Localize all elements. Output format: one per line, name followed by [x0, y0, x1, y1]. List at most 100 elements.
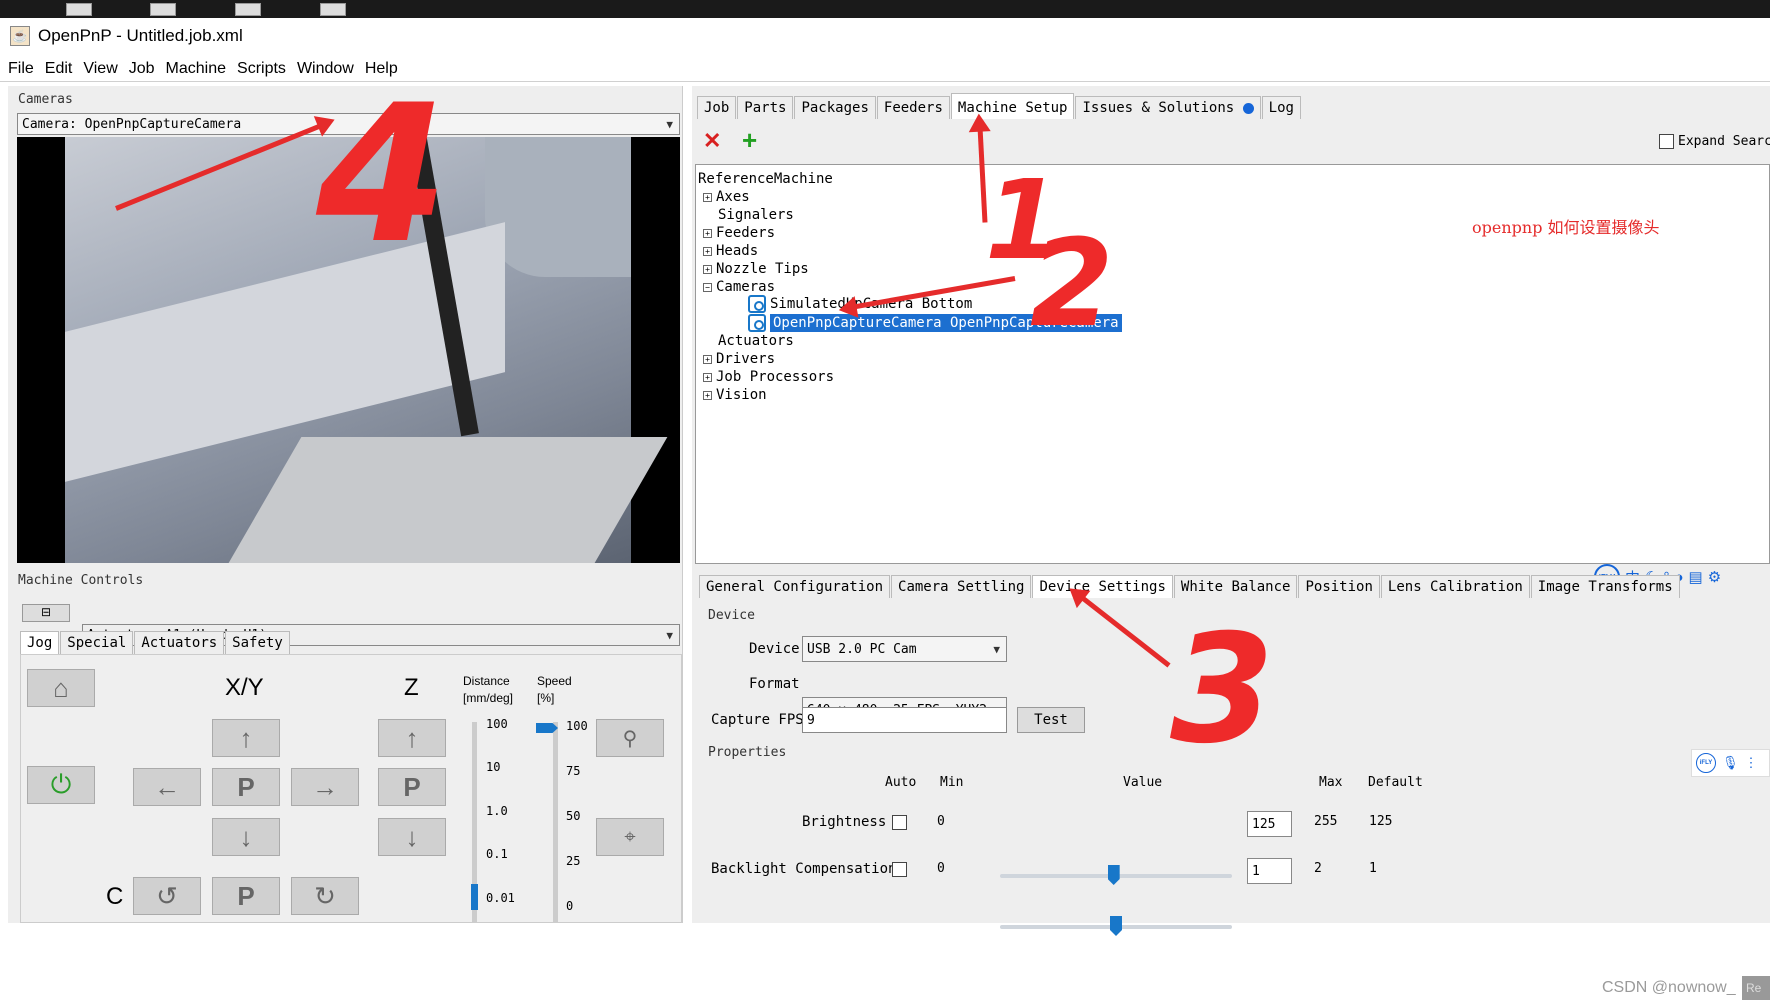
slider-thumb[interactable]: [1107, 865, 1120, 885]
taskbar-icon[interactable]: [66, 3, 92, 16]
tree-item-vision[interactable]: + Vision: [703, 387, 767, 403]
tab-device-settings[interactable]: Device Settings: [1032, 575, 1173, 598]
tree-item-cameras[interactable]: − Cameras: [703, 279, 775, 295]
test-button[interactable]: Test: [1017, 707, 1085, 733]
tab-log[interactable]: Log: [1261, 96, 1301, 119]
tree-item-feeders[interactable]: + Feeders: [703, 225, 775, 241]
tab-position[interactable]: Position: [1298, 575, 1380, 598]
tree-item-label: Feeders: [716, 225, 776, 241]
tree-item-signalers[interactable]: Signalers: [718, 207, 794, 223]
nozzle-tool-button[interactable]: ⚲: [596, 719, 664, 757]
menu-machine[interactable]: Machine: [166, 60, 226, 78]
annotation-number: 4: [316, 64, 449, 285]
slider-thumb[interactable]: [1110, 916, 1122, 936]
expand-icon[interactable]: +: [703, 354, 712, 364]
expand-icon[interactable]: +: [703, 390, 712, 400]
tree-item-axes[interactable]: + Axes: [703, 189, 750, 205]
home-icon: ⌂: [53, 672, 69, 703]
expand-icon[interactable]: +: [703, 192, 712, 202]
jog-z-plus-button[interactable]: ↑: [378, 719, 446, 757]
speed-unit: [%]: [537, 691, 555, 705]
menu-file[interactable]: File: [8, 60, 34, 78]
expand-icon[interactable]: +: [703, 264, 712, 274]
arrow-down-icon: ↓: [405, 821, 419, 852]
backlight-auto-checkbox[interactable]: [892, 862, 907, 877]
tree-item-job-processors[interactable]: + Job Processors: [703, 369, 834, 385]
tab-special[interactable]: Special: [60, 631, 134, 654]
jog-x-minus-button[interactable]: ←: [133, 768, 201, 806]
park-xy-button[interactable]: P: [212, 768, 280, 806]
capture-camera-button[interactable]: ⌖: [596, 818, 664, 856]
java-app-icon: ☕: [10, 26, 30, 46]
speed-slider[interactable]: [553, 722, 558, 922]
tab-safety[interactable]: Safety: [225, 631, 290, 654]
tab-jog[interactable]: Jog: [20, 631, 60, 654]
rotate-cw-button[interactable]: ↻: [291, 877, 359, 915]
tab-issues-label: Issues & Solutions: [1082, 100, 1235, 116]
backlight-slider[interactable]: [1000, 916, 1232, 936]
brightness-value-input[interactable]: 125: [1247, 811, 1292, 837]
col-min: Min: [940, 775, 964, 790]
menu-scripts[interactable]: Scripts: [237, 60, 286, 78]
taskbar-icon[interactable]: [320, 3, 346, 16]
tree-item-nozzle-tips[interactable]: + Nozzle Tips: [703, 261, 809, 277]
tab-actuators[interactable]: Actuators: [134, 631, 225, 654]
brightness-auto-checkbox[interactable]: [892, 815, 907, 830]
collapse-icon[interactable]: −: [703, 282, 712, 292]
tab-feeders[interactable]: Feeders: [876, 96, 950, 119]
taskbar-icon[interactable]: [235, 3, 261, 16]
annotation-caption: openpnp 如何设置摄像头: [1472, 218, 1660, 237]
backlight-max: 2: [1314, 861, 1322, 876]
device-select[interactable]: USB 2.0 PC Cam ▼: [802, 636, 1007, 662]
park-z-button[interactable]: P: [378, 768, 446, 806]
plus-icon[interactable]: +: [742, 125, 757, 156]
taskbar-icon[interactable]: [150, 3, 176, 16]
jog-y-minus-button[interactable]: ↓: [212, 818, 280, 856]
park-c-button[interactable]: P: [212, 877, 280, 915]
brightness-slider[interactable]: [1000, 865, 1232, 885]
distance-slider-thumb[interactable]: [471, 884, 478, 910]
jog-y-plus-button[interactable]: ↑: [212, 719, 280, 757]
menu-view[interactable]: View: [83, 60, 117, 78]
tab-white-balance[interactable]: White Balance: [1173, 575, 1298, 598]
microphone-icon[interactable]: 🎙: [1722, 755, 1739, 771]
tab-job[interactable]: Job: [697, 96, 737, 119]
tab-packages[interactable]: Packages: [794, 96, 876, 119]
arrow-down-icon: ↓: [239, 821, 253, 852]
x-icon[interactable]: ✕: [703, 128, 721, 154]
more-icon[interactable]: ⋮: [1745, 755, 1758, 771]
tree-item-label: Job Processors: [716, 369, 835, 385]
gear-icon[interactable]: ⚙: [1708, 568, 1721, 586]
tab-issues-solutions[interactable]: Issues & Solutions: [1075, 96, 1261, 119]
tree-item-actuators[interactable]: Actuators: [718, 333, 794, 349]
expand-icon[interactable]: +: [703, 246, 712, 256]
jog-z-minus-button[interactable]: ↓: [378, 818, 446, 856]
rotate-ccw-button[interactable]: ↺: [133, 877, 201, 915]
expand-search-checkbox[interactable]: [1659, 134, 1674, 149]
collapse-button[interactable]: ⊟: [22, 604, 70, 622]
expand-icon[interactable]: +: [703, 228, 712, 238]
backlight-value-input[interactable]: 1: [1247, 858, 1292, 884]
expand-icon[interactable]: +: [703, 372, 712, 382]
watermark-tail-box: Re: [1742, 976, 1770, 1000]
tab-camera-settling[interactable]: Camera Settling: [891, 575, 1032, 598]
menu-edit[interactable]: Edit: [45, 60, 73, 78]
tab-general-configuration[interactable]: General Configuration: [699, 575, 891, 598]
capture-fps-input[interactable]: 9: [802, 707, 1007, 733]
tab-parts[interactable]: Parts: [737, 96, 794, 119]
keyboard-icon[interactable]: ▤: [1689, 568, 1703, 586]
distance-label: Distance: [463, 674, 510, 688]
tree-item-heads[interactable]: + Heads: [703, 243, 758, 259]
menu-job[interactable]: Job: [129, 60, 155, 78]
ime-mini-toolbar: iFLY 🎙 ⋮: [1691, 749, 1770, 777]
tree-item-label: Heads: [716, 243, 759, 259]
ifly-logo-icon[interactable]: iFLY: [1696, 753, 1716, 773]
home-button[interactable]: ⌂: [27, 669, 95, 707]
tab-image-transforms[interactable]: Image Transforms: [1530, 575, 1680, 598]
tab-lens-calibration[interactable]: Lens Calibration: [1380, 575, 1530, 598]
expand-search[interactable]: Expand Searc: [1659, 134, 1770, 149]
jog-x-plus-button[interactable]: →: [291, 768, 359, 806]
tree-item-drivers[interactable]: + Drivers: [703, 351, 775, 367]
tree-root[interactable]: ReferenceMachine: [698, 171, 833, 187]
power-button[interactable]: ⏻: [27, 766, 95, 804]
